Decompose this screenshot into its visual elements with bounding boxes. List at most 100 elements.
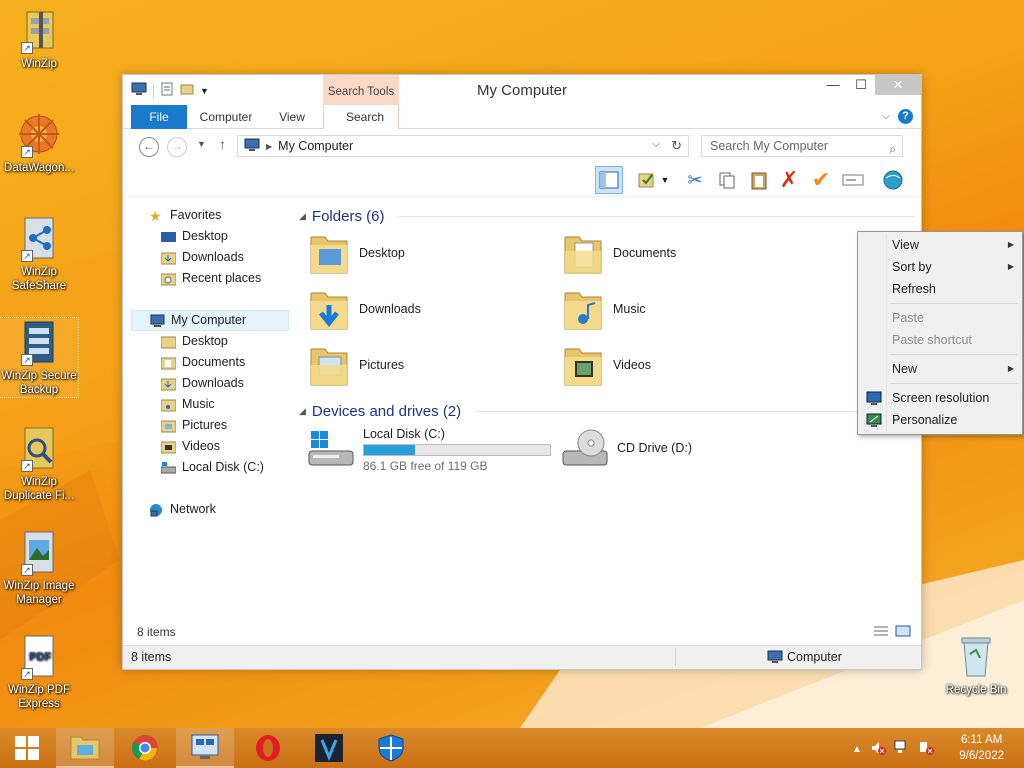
action-center-icon[interactable] [918, 740, 934, 759]
collapse-arrow-icon[interactable]: ◢ [299, 406, 306, 417]
nav-desktop[interactable]: Desktop [131, 331, 289, 352]
preview-pane-button[interactable] [595, 166, 623, 194]
nav-music[interactable]: Music [131, 394, 289, 415]
group-title: Folders (6) [311, 207, 385, 225]
tab-search[interactable]: Search [323, 105, 399, 129]
folder-tile-downloads[interactable]: Downloads [307, 285, 421, 333]
address-field[interactable]: ▶ My Computer ⌵ ↻ [237, 135, 689, 157]
folder-tile-desktop[interactable]: Desktop [307, 229, 405, 277]
maximize-button[interactable]: ☐ [847, 75, 875, 95]
nav-local-disk[interactable]: Local Disk (C:) [131, 457, 289, 478]
up-button[interactable]: ↑ [219, 136, 226, 152]
search-icon[interactable]: ⌕ [889, 139, 896, 159]
downloads-folder-icon [310, 292, 348, 330]
desktop-icon-winzip-image-manager[interactable]: ↗ WinZip Image Manager [0, 528, 78, 607]
cut-button[interactable]: ✂ [681, 166, 709, 194]
recent-locations-dropdown-icon[interactable]: ▼ [197, 139, 206, 149]
nav-my-computer[interactable]: My Computer [131, 310, 289, 331]
menu-label: Paste shortcut [892, 333, 972, 347]
folder-icon [161, 378, 176, 390]
details-view-icon[interactable] [873, 625, 889, 640]
computer-small-icon [767, 650, 783, 667]
volume-muted-icon[interactable] [870, 740, 886, 759]
nav-label: Videos [182, 439, 220, 453]
desktop-icon-winzip-secure-backup[interactable]: ↗ WinZip Secure Backup [0, 317, 79, 398]
copy-button[interactable] [713, 166, 741, 194]
folder-tile-videos[interactable]: Videos [561, 341, 651, 389]
breadcrumb-separator-icon[interactable]: ▶ [266, 142, 272, 151]
paste-button[interactable] [745, 166, 773, 194]
desktop-icon-winzip-pdf-express[interactable]: PDF ↗ WinZip PDF Express [0, 632, 78, 711]
nav-favorites[interactable]: ★ Favorites [131, 205, 289, 226]
tray-expand-icon[interactable]: ▲ [852, 744, 862, 755]
start-button[interactable] [0, 728, 54, 768]
nav-label: Documents [182, 355, 246, 369]
taskbar-defender[interactable] [362, 728, 420, 768]
delete-button[interactable]: ✗ [775, 166, 803, 194]
folder-tile-pictures[interactable]: Pictures [307, 341, 404, 389]
collapse-arrow-icon[interactable]: ◢ [299, 211, 306, 222]
clock[interactable]: 6:11 AM 9/6/2022 [959, 732, 1004, 764]
menu-item-sort-by[interactable]: Sort by ▶ [860, 256, 1020, 278]
devices-group-header[interactable]: ◢ Devices and drives (2) [299, 400, 915, 422]
tab-file[interactable]: File [131, 105, 187, 129]
shortcut-arrow-icon: ↗ [21, 42, 33, 54]
rename-button[interactable] [839, 166, 867, 194]
checklist-dropdown-icon[interactable]: ▼ [657, 166, 673, 194]
title-bar[interactable]: ▼ Search Tools My Computer — ☐ ✕ [123, 75, 921, 105]
nav-documents[interactable]: Documents [131, 352, 289, 373]
close-button[interactable]: ✕ [875, 75, 921, 95]
desktop-icon-datawagon[interactable]: ↗ DataWagon... [0, 110, 78, 175]
menu-item-new[interactable]: New ▶ [860, 358, 1020, 380]
desktop-folder-icon [310, 236, 348, 274]
drive-tile-cd-d[interactable]: CD Drive (D:) [561, 427, 692, 469]
folder-tile-documents[interactable]: Documents [561, 229, 676, 277]
menu-item-refresh[interactable]: Refresh [860, 278, 1020, 300]
nav-downloads[interactable]: Downloads [131, 373, 289, 394]
nav-fav-downloads[interactable]: Downloads [131, 247, 289, 268]
desktop-icon-winzip[interactable]: ↗ WinZip [0, 6, 78, 71]
accept-button[interactable]: ✔ [807, 166, 835, 194]
nav-fav-desktop[interactable]: Desktop [131, 226, 289, 247]
back-button[interactable]: ← [139, 137, 159, 157]
taskbar-control-panel[interactable] [176, 728, 234, 768]
forward-button[interactable]: → [167, 137, 187, 157]
folder-icon [161, 357, 176, 369]
nav-fav-recent-places[interactable]: Recent places [131, 268, 289, 289]
menu-item-paste[interactable]: Paste [860, 307, 1020, 329]
menu-separator [890, 303, 1018, 304]
nav-network[interactable]: Network [131, 499, 289, 520]
taskbar-file-explorer[interactable] [56, 728, 114, 768]
desktop-icon-winzip-duplicate[interactable]: ↗ WinZip Duplicate Fi... [0, 424, 78, 503]
address-dropdown-icon[interactable]: ⌵ [652, 139, 660, 150]
nav-label: Pictures [182, 418, 228, 432]
tab-computer[interactable]: Computer [193, 105, 259, 129]
nav-pictures[interactable]: Pictures [131, 415, 289, 436]
shell-button[interactable] [879, 166, 907, 194]
desktop-icon-recycle-bin[interactable]: Recycle Bin [938, 632, 1014, 697]
nav-label: Local Disk (C:) [182, 460, 264, 474]
taskbar-chrome[interactable] [116, 728, 174, 768]
expand-ribbon-icon[interactable]: ⌵ [882, 111, 890, 122]
taskbar-vpn[interactable] [300, 728, 358, 768]
desktop-icon-winzip-safeshare[interactable]: ↗ WinZip SafeShare [0, 214, 78, 293]
large-icons-view-icon[interactable] [895, 625, 911, 640]
network-status-icon[interactable] [894, 740, 910, 759]
menu-item-paste-shortcut[interactable]: Paste shortcut [860, 329, 1020, 351]
breadcrumb-location[interactable]: My Computer [278, 139, 353, 153]
refresh-icon[interactable]: ↻ [671, 138, 682, 154]
minimize-button[interactable]: — [819, 75, 847, 95]
explorer-window[interactable]: ▼ Search Tools My Computer — ☐ ✕ File Co… [122, 74, 922, 670]
menu-item-personalize[interactable]: Personalize [860, 409, 1020, 431]
help-icon[interactable]: ? [898, 109, 913, 124]
search-input[interactable]: Search My Computer ⌕ [701, 135, 903, 157]
shortcut-arrow-icon: ↗ [21, 146, 33, 158]
menu-item-screen-resolution[interactable]: Screen resolution [860, 387, 1020, 409]
taskbar-opera[interactable] [240, 728, 296, 768]
drive-tile-local-disk-c[interactable]: Local Disk (C:) 86.1 GB free of 119 GB [307, 427, 551, 473]
tab-view[interactable]: View [269, 105, 315, 129]
folder-tile-music[interactable]: Music [561, 285, 646, 333]
folders-group-header[interactable]: ◢ Folders (6) [299, 205, 915, 227]
menu-item-view[interactable]: View ▶ [860, 234, 1020, 256]
nav-videos[interactable]: Videos [131, 436, 289, 457]
